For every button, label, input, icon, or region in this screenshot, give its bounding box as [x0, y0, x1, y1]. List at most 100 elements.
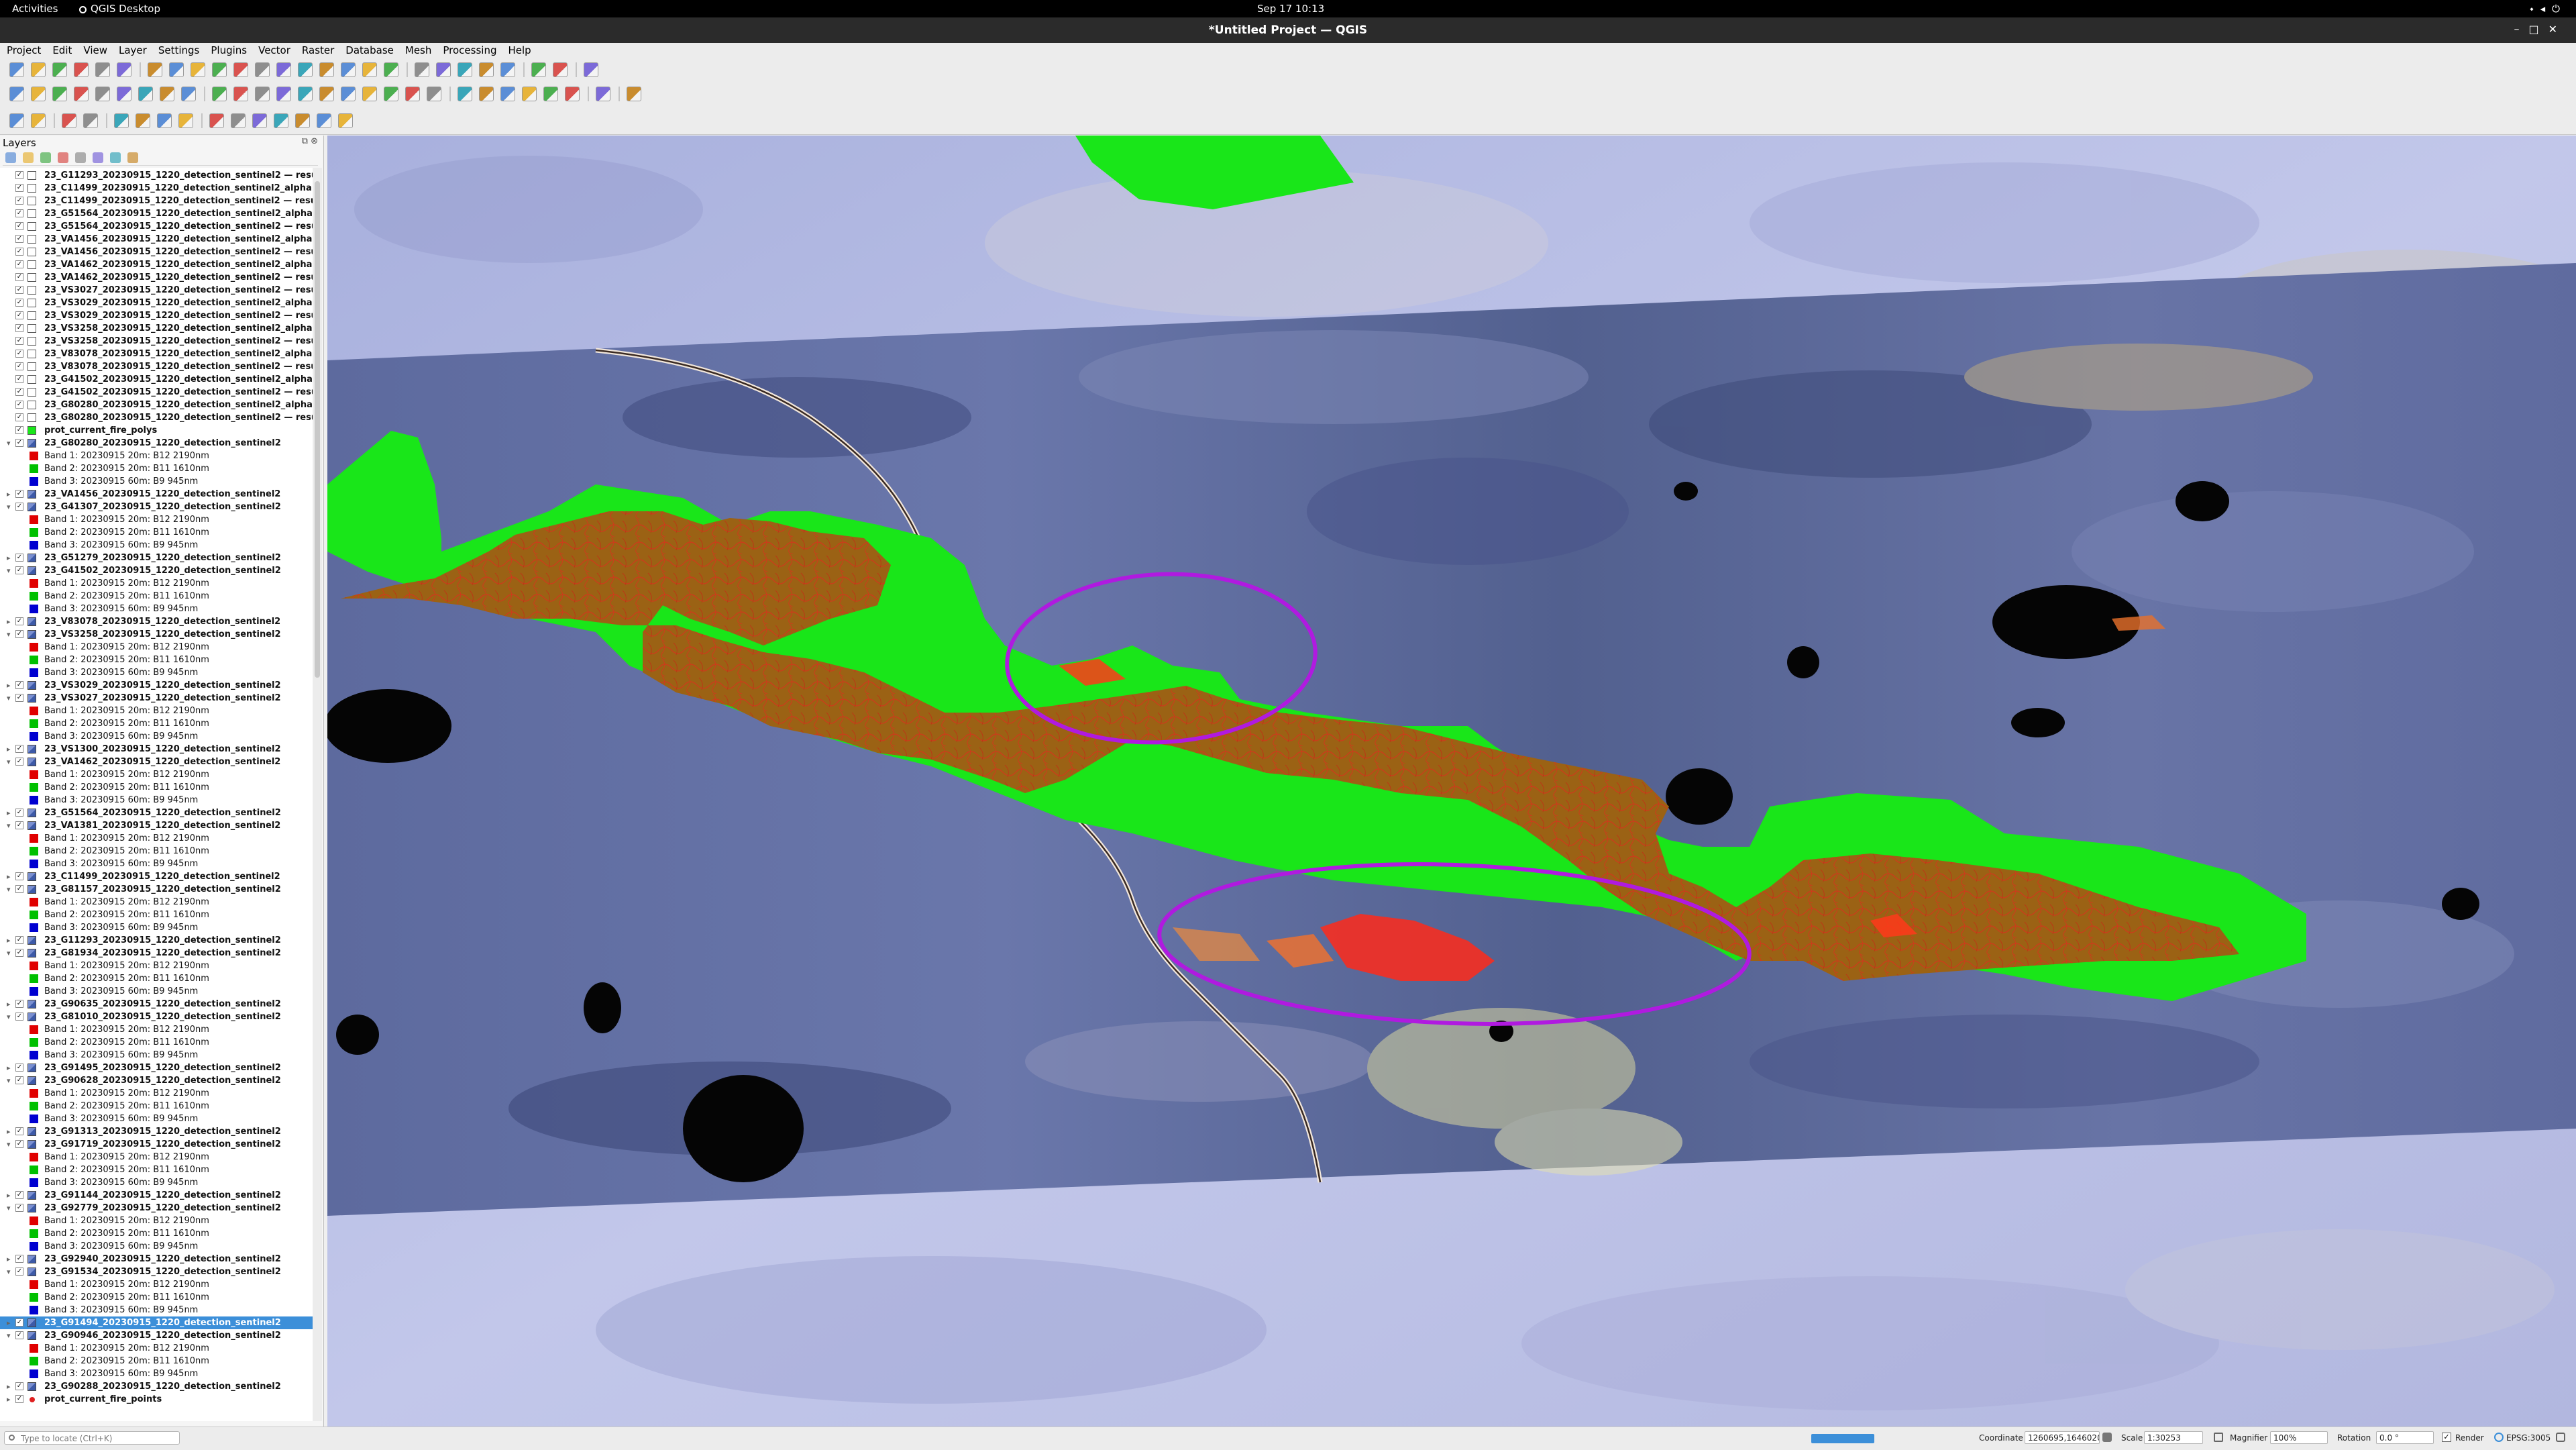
raster-layer-item[interactable]: ▸ ✓ 23_G51279_20230915_1220_detection_sent… — [0, 552, 313, 564]
measure-icon[interactable] — [500, 62, 515, 77]
raster-layer-item[interactable]: ▾ ✓ 23_VA1462_20230915_1220_detection_sent… — [0, 756, 313, 768]
layer-tree[interactable]: ✓ 23_G11293_20230915_1220_detection_senti… — [0, 168, 313, 1421]
raster-layer-item[interactable]: ▾ ✓ 23_VA1381_20230915_1220_detection_sent… — [0, 819, 313, 832]
raster-layer-item[interactable]: ▾ ✓ 23_VS3027_20230915_1220_detection_sent… — [0, 692, 313, 705]
layer-item[interactable]: ✓ 23_VA1462_20230915_1220_detection_senti… — [0, 271, 313, 284]
delete-icon[interactable] — [319, 87, 334, 101]
add-vector-icon[interactable] — [31, 87, 46, 101]
layer-visibility-checkbox[interactable]: ✓ — [15, 1140, 23, 1148]
layer-visibility-checkbox[interactable]: ✓ — [15, 1395, 23, 1403]
menu-edit[interactable]: Edit — [46, 43, 76, 56]
raster-layer-item[interactable]: ▾ ✓ 23_G41502_20230915_1220_detection_sent… — [0, 564, 313, 577]
layer-item[interactable]: ✓ 23_G80280_20230915_1220_detection_senti… — [0, 411, 313, 424]
manage-map-themes-icon[interactable] — [40, 152, 51, 163]
plugin-icon[interactable] — [627, 87, 641, 101]
layer-item[interactable]: ✓ 23_G41502_20230915_1220_detection_senti… — [0, 386, 313, 399]
raster-layer-item[interactable]: ▸ ✓ 23_G51564_20230915_1220_detection_sent… — [0, 807, 313, 819]
menu-processing[interactable]: Processing — [436, 43, 501, 56]
expand-arrow-icon[interactable]: ▸ — [7, 615, 11, 628]
python-icon[interactable] — [596, 87, 610, 101]
layer-visibility-checkbox[interactable]: ✓ — [15, 413, 23, 421]
layer-visibility-checkbox[interactable]: ✓ — [15, 490, 23, 498]
save-as-icon[interactable] — [74, 62, 89, 77]
raster-layer-item[interactable]: ▾ ✓ 23_G81010_20230915_1220_detection_sent… — [0, 1011, 313, 1023]
snap-trace-icon[interactable] — [317, 113, 331, 128]
collapse-arrow-icon[interactable]: ▾ — [7, 1329, 11, 1342]
add-postgis-icon[interactable] — [138, 87, 153, 101]
layer-visibility-checkbox[interactable]: ✓ — [15, 949, 23, 957]
label-change-icon[interactable] — [565, 87, 580, 101]
raster-layer-item[interactable]: ▸ ✓ 23_VS3029_20230915_1220_detection_sent… — [0, 679, 313, 692]
expand-arrow-icon[interactable]: ▸ — [7, 1061, 11, 1074]
add-group-icon[interactable] — [23, 152, 34, 163]
scrollbar-thumb[interactable] — [315, 181, 320, 678]
scale-field[interactable]: 1:30253 — [2144, 1431, 2203, 1444]
layer-visibility-checkbox[interactable]: ✓ — [15, 554, 23, 562]
menu-mesh[interactable]: Mesh — [398, 43, 437, 56]
panel-close-icon[interactable]: ⊗ — [311, 136, 318, 146]
select-by-area-icon[interactable] — [62, 113, 76, 128]
remove-layer-icon[interactable] — [127, 152, 138, 163]
layer-visibility-checkbox[interactable]: ✓ — [15, 1013, 23, 1021]
layer-visibility-checkbox[interactable]: ✓ — [15, 630, 23, 638]
layer-item[interactable]: ✓ 23_VS3258_20230915_1220_detection_senti… — [0, 322, 313, 335]
layer-item[interactable]: ✓ 23_C11499_20230915_1220_detection_senti… — [0, 182, 313, 195]
current-edits-icon[interactable] — [212, 87, 227, 101]
pan-to-selection-icon[interactable] — [169, 62, 184, 77]
layer-item[interactable]: ✓ 23_G11293_20230915_1220_detection_senti… — [0, 169, 313, 182]
crs-button[interactable]: EPSG:3005 — [2506, 1433, 2551, 1443]
collapse-arrow-icon[interactable]: ▾ — [7, 501, 11, 513]
open-project-icon[interactable] — [31, 62, 46, 77]
layer-item[interactable]: ✓ 23_VA1456_20230915_1220_detection_senti… — [0, 233, 313, 246]
raster-layer-item[interactable]: ▾ ✓ 23_G80280_20230915_1220_detection_sent… — [0, 437, 313, 450]
expand-arrow-icon[interactable]: ▸ — [7, 1125, 11, 1138]
save-edits-icon[interactable] — [255, 87, 270, 101]
app-menu[interactable]: QGIS Desktop — [79, 3, 160, 15]
layer-visibility-checkbox[interactable]: ✓ — [15, 439, 23, 447]
zoom-out-icon[interactable] — [212, 62, 227, 77]
raster-layer-item[interactable]: ▸ ✓ 23_C11499_20230915_1220_detection_sent… — [0, 870, 313, 883]
add-feature-icon[interactable] — [276, 87, 291, 101]
collapse-arrow-icon[interactable]: ▾ — [7, 819, 11, 832]
locator-bar[interactable] — [4, 1431, 180, 1445]
layer-visibility-checkbox[interactable]: ✓ — [15, 821, 23, 829]
georeferencer-icon[interactable] — [9, 113, 24, 128]
menu-view[interactable]: View — [76, 43, 112, 56]
expand-arrow-icon[interactable]: ▸ — [7, 552, 11, 564]
raster-layer-item[interactable]: ▾ ✓ 23_G81157_20230915_1220_detection_sent… — [0, 883, 313, 896]
collapse-arrow-icon[interactable]: ▾ — [7, 628, 11, 641]
raster-layer-item[interactable]: ▸ ✓ 23_VA1456_20230915_1220_detection_sent… — [0, 488, 313, 501]
layer-visibility-checkbox[interactable]: ✓ — [15, 426, 23, 434]
zoom-layer-icon[interactable] — [255, 62, 270, 77]
layer-visibility-checkbox[interactable]: ✓ — [15, 1204, 23, 1212]
layer-visibility-checkbox[interactable]: ✓ — [15, 171, 23, 179]
raster-layer-item[interactable]: ▾ ✓ 23_VS3258_20230915_1220_detection_sent… — [0, 628, 313, 641]
layer-visibility-checkbox[interactable]: ✓ — [15, 936, 23, 944]
pan-icon[interactable] — [148, 62, 162, 77]
select-icon[interactable] — [436, 62, 451, 77]
collapse-arrow-icon[interactable]: ▾ — [7, 437, 11, 450]
layer-item[interactable]: ✓ 23_G51564_20230915_1220_detection_senti… — [0, 207, 313, 220]
raster-layer-item[interactable]: ▸ ✓ 23_G91144_20230915_1220_detection_sent… — [0, 1189, 313, 1202]
maximize-icon[interactable]: □ — [2528, 23, 2548, 36]
collapse-arrow-icon[interactable]: ▾ — [7, 883, 11, 896]
expand-arrow-icon[interactable]: ▸ — [7, 998, 11, 1011]
add-raster-icon[interactable] — [52, 87, 67, 101]
rotation-field[interactable]: 0.0 ° — [2376, 1431, 2434, 1444]
magnifier-field[interactable]: 100% — [2270, 1431, 2328, 1444]
snap-intersection-icon[interactable] — [295, 113, 310, 128]
layer-visibility-checkbox[interactable]: ✓ — [15, 1000, 23, 1008]
minimize-icon[interactable]: – — [2514, 23, 2528, 36]
menu-plugins[interactable]: Plugins — [204, 43, 252, 56]
expand-arrow-icon[interactable]: ▸ — [7, 488, 11, 501]
layer-item[interactable]: ✓ 23_VS3029_20230915_1220_detection_senti… — [0, 309, 313, 322]
raster-layer-item[interactable]: ▸ ✓ 23_G91495_20230915_1220_detection_sent… — [0, 1061, 313, 1074]
layer-visibility-checkbox[interactable]: ✓ — [15, 299, 23, 307]
raster-layer-item[interactable]: ▾ ✓ 23_G91534_20230915_1220_detection_sent… — [0, 1265, 313, 1278]
layer-item[interactable]: ✓ 23_VS3258_20230915_1220_detection_senti… — [0, 335, 313, 348]
annotation-icon[interactable] — [531, 62, 546, 77]
layer-visibility-checkbox[interactable]: ✓ — [15, 809, 23, 817]
menu-database[interactable]: Database — [339, 43, 398, 56]
raster-layer-item[interactable]: ▾ ✓ 23_G81934_20230915_1220_detection_sent… — [0, 947, 313, 960]
expand-arrow-icon[interactable]: ▸ — [7, 1253, 11, 1265]
